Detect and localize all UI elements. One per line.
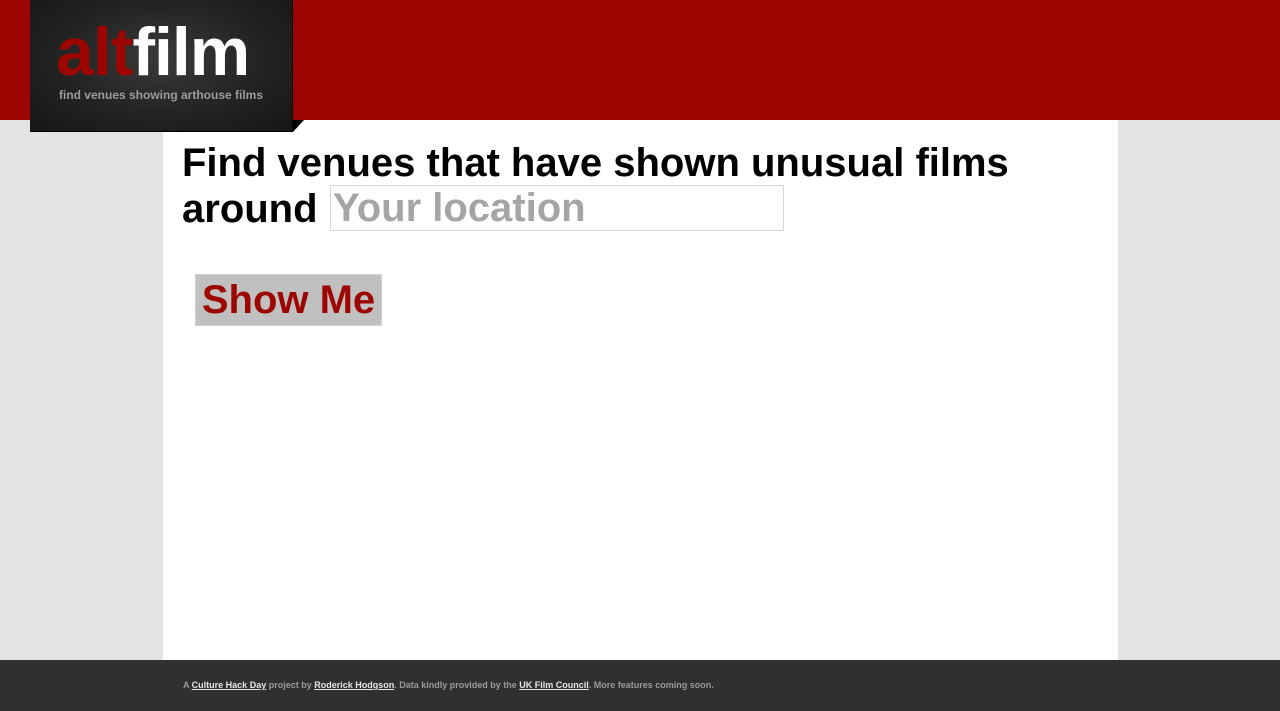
logo-wordmark: altfilm: [56, 12, 250, 92]
site-logo[interactable]: altfilm find venues showing arthouse fil…: [30, 0, 293, 132]
uk-film-council-link[interactable]: UK Film Council: [519, 680, 589, 690]
logo-word-alt: alt: [56, 14, 133, 90]
footer-text-1: project by: [266, 680, 315, 690]
location-input[interactable]: [330, 185, 784, 231]
logo-word-film: film: [132, 14, 250, 90]
footer-text-2: . Data kindly provided by the: [394, 680, 520, 690]
footer-prefix: A: [183, 680, 192, 690]
logo-tagline: find venues showing arthouse films: [58, 88, 264, 102]
culture-hack-day-link[interactable]: Culture Hack Day: [192, 680, 267, 690]
main-content-panel: Find venues that have shown unusual film…: [163, 120, 1118, 660]
show-me-button[interactable]: Show Me: [195, 274, 382, 326]
page-headline: Find venues that have shown unusual film…: [182, 141, 1009, 185]
around-label: around: [182, 187, 318, 231]
footer-credits: A Culture Hack Day project by Roderick H…: [183, 680, 714, 690]
footer: A Culture Hack Day project by Roderick H…: [0, 660, 1280, 711]
logo-fold-corner: [293, 120, 304, 132]
footer-text-3: . More features coming soon.: [588, 680, 714, 690]
roderick-hodgson-link[interactable]: Roderick Hodgson: [314, 680, 394, 690]
